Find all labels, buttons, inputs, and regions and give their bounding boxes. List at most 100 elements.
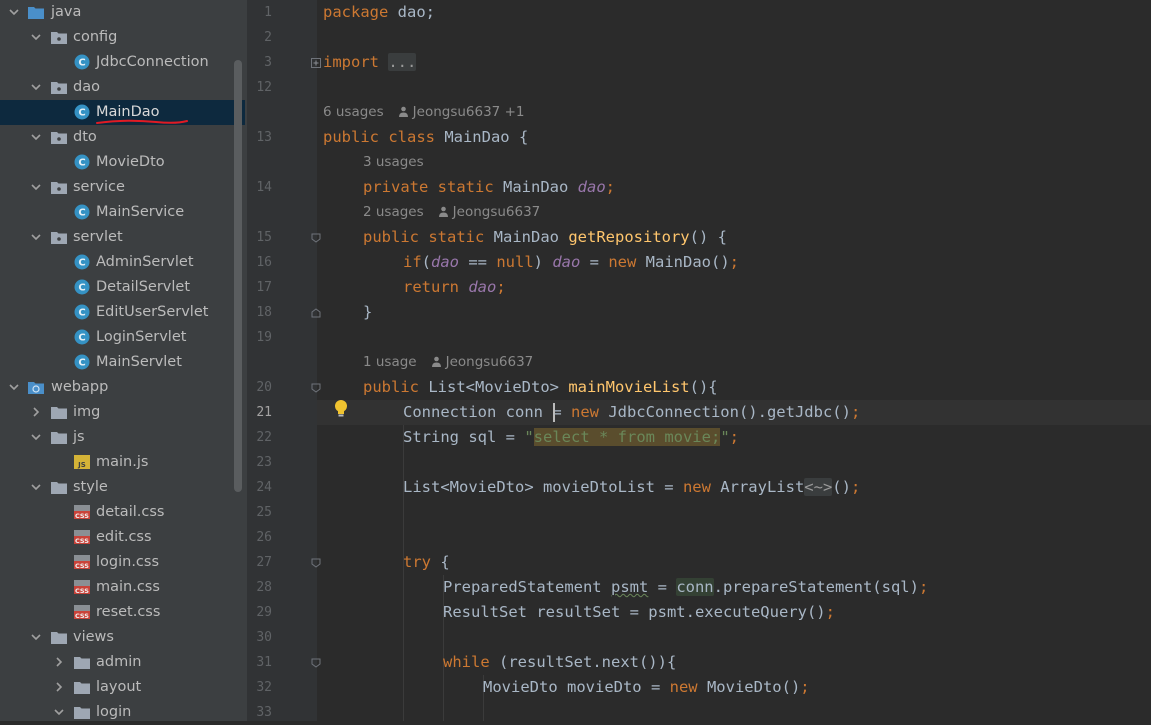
java-class-icon: C — [74, 154, 90, 170]
line-number: 18 — [256, 305, 272, 320]
chevron-right-icon[interactable] — [53, 681, 65, 693]
line-number: 30 — [256, 630, 272, 645]
svg-text:C: C — [78, 58, 85, 69]
line-number: 25 — [256, 505, 272, 520]
chevron-down-icon[interactable] — [30, 81, 42, 93]
line-number: 15 — [256, 230, 272, 245]
line-number: 32 — [256, 680, 272, 695]
tree-item-label: views — [73, 629, 114, 645]
tree-item-config[interactable]: config — [0, 25, 245, 50]
code-line-28: PreparedStatement psmt = conn.prepareSta… — [443, 578, 929, 596]
inlay-hint-usages[interactable]: 6 usages Jeongsu6637 +1 — [323, 100, 524, 125]
tree-item-detail-css[interactable]: CSS detail.css — [0, 500, 245, 525]
tree-item-dao[interactable]: dao — [0, 75, 245, 100]
line-number: 29 — [256, 605, 272, 620]
author-icon — [431, 356, 441, 367]
diamond-fold[interactable]: <~> — [804, 478, 833, 496]
line-number: 20 — [256, 380, 272, 395]
tree-item-img[interactable]: img — [0, 400, 245, 425]
project-tree[interactable]: java config C JdbcConnection dao C MainDao dto C… — [0, 0, 247, 721]
source-folder-icon — [28, 7, 44, 19]
chevron-down-icon[interactable] — [30, 181, 42, 193]
tree-item-service[interactable]: service — [0, 175, 245, 200]
tree-item-style[interactable]: style — [0, 475, 245, 500]
tree-item-mainservice[interactable]: C MainService — [0, 200, 245, 225]
svg-text:C: C — [78, 258, 85, 269]
tree-item-edit-css[interactable]: CSS edit.css — [0, 525, 245, 550]
text-caret — [553, 403, 555, 422]
java-class-icon: C — [74, 254, 90, 270]
tree-item-label: JdbcConnection — [96, 54, 209, 70]
tree-item-label: main.js — [96, 454, 149, 470]
chevron-down-icon[interactable] — [30, 481, 42, 493]
chevron-down-icon[interactable] — [30, 31, 42, 43]
line-number: 14 — [256, 180, 272, 195]
java-class-icon: C — [74, 304, 90, 320]
tree-item-loginservlet[interactable]: C LoginServlet — [0, 325, 245, 350]
chevron-down-icon[interactable] — [30, 431, 42, 443]
tree-item-label: layout — [96, 679, 142, 695]
tree-item-moviedto[interactable]: C MovieDto — [0, 150, 245, 175]
inlay-hint-usages[interactable]: 3 usages — [363, 150, 424, 175]
code-line-21: Connection conn = new JdbcConnection().g… — [403, 403, 861, 421]
tree-item-label: DetailServlet — [96, 279, 191, 295]
tree-item-reset-css[interactable]: CSS reset.css — [0, 600, 245, 625]
code-line-32: MovieDto movieDto = new MovieDto(); — [483, 678, 810, 696]
tree-item-adminservlet[interactable]: C AdminServlet — [0, 250, 245, 275]
code-line-3: import ... — [323, 53, 417, 71]
chevron-down-icon[interactable] — [8, 381, 20, 393]
tree-item-views[interactable]: views — [0, 625, 245, 650]
code-line-27: try { — [403, 553, 450, 571]
tree-item-main-js[interactable]: JS main.js — [0, 450, 245, 475]
chevron-right-icon[interactable] — [53, 656, 65, 668]
line-number: 2 — [264, 30, 272, 45]
folded-imports[interactable]: ... — [388, 53, 417, 71]
chevron-right-icon[interactable] — [30, 406, 42, 418]
code-line-1: package dao; — [323, 3, 435, 21]
tree-item-dto[interactable]: dto — [0, 125, 245, 150]
tree-item-label: MovieDto — [96, 154, 165, 170]
svg-text:CSS: CSS — [75, 512, 89, 519]
line-number: 28 — [256, 580, 272, 595]
package-icon — [51, 132, 67, 144]
tree-item-mainservlet[interactable]: C MainServlet — [0, 350, 245, 375]
folder-icon — [74, 657, 90, 669]
tree-item-label: servlet — [73, 229, 123, 245]
line-number: 26 — [256, 530, 272, 545]
tree-item-label: style — [73, 479, 108, 495]
tree-scrollbar[interactable] — [234, 60, 242, 492]
code-line-24: List<MovieDto> movieDtoList = new ArrayL… — [403, 478, 861, 496]
tree-item-servlet[interactable]: servlet — [0, 225, 245, 250]
tree-item-detailservlet[interactable]: C DetailServlet — [0, 275, 245, 300]
css-file-icon: CSS — [74, 530, 90, 544]
tree-item-login-css[interactable]: CSS login.css — [0, 550, 245, 575]
folder-icon — [51, 482, 67, 494]
line-number: 24 — [256, 480, 272, 495]
tree-item-webapp[interactable]: webapp — [0, 375, 245, 400]
tree-item-admin[interactable]: admin — [0, 650, 245, 675]
tree-item-java[interactable]: java — [0, 0, 245, 25]
tree-item-js[interactable]: js — [0, 425, 245, 450]
chevron-down-icon[interactable] — [30, 131, 42, 143]
code-editor[interactable]: package dao; import ... 6 usages Jeongsu6… — [317, 0, 1151, 721]
inlay-hint-usages[interactable]: 1 usage Jeongsu6637 — [363, 350, 533, 375]
tree-item-label: main.css — [96, 579, 160, 595]
web-folder-icon — [28, 382, 44, 394]
code-line-15: public static MainDao getRepository() { — [363, 228, 727, 246]
chevron-down-icon[interactable] — [8, 6, 20, 18]
tree-item-main-css[interactable]: CSS main.css — [0, 575, 245, 600]
chevron-down-icon[interactable] — [53, 706, 65, 718]
css-file-icon: CSS — [74, 555, 90, 569]
line-number: 31 — [256, 655, 272, 670]
tree-item-login[interactable]: login — [0, 700, 245, 721]
line-number: 3 — [264, 55, 272, 70]
line-number: 19 — [256, 330, 272, 345]
tree-item-jdbcconnection[interactable]: C JdbcConnection — [0, 50, 245, 75]
inlay-hint-usages[interactable]: 2 usages Jeongsu6637 — [363, 200, 540, 225]
line-number: 33 — [256, 705, 272, 720]
intention-bulb-icon[interactable] — [333, 399, 349, 419]
chevron-down-icon[interactable] — [30, 631, 42, 643]
tree-item-edituserservlet[interactable]: C EditUserServlet — [0, 300, 245, 325]
chevron-down-icon[interactable] — [30, 231, 42, 243]
tree-item-layout[interactable]: layout — [0, 675, 245, 700]
